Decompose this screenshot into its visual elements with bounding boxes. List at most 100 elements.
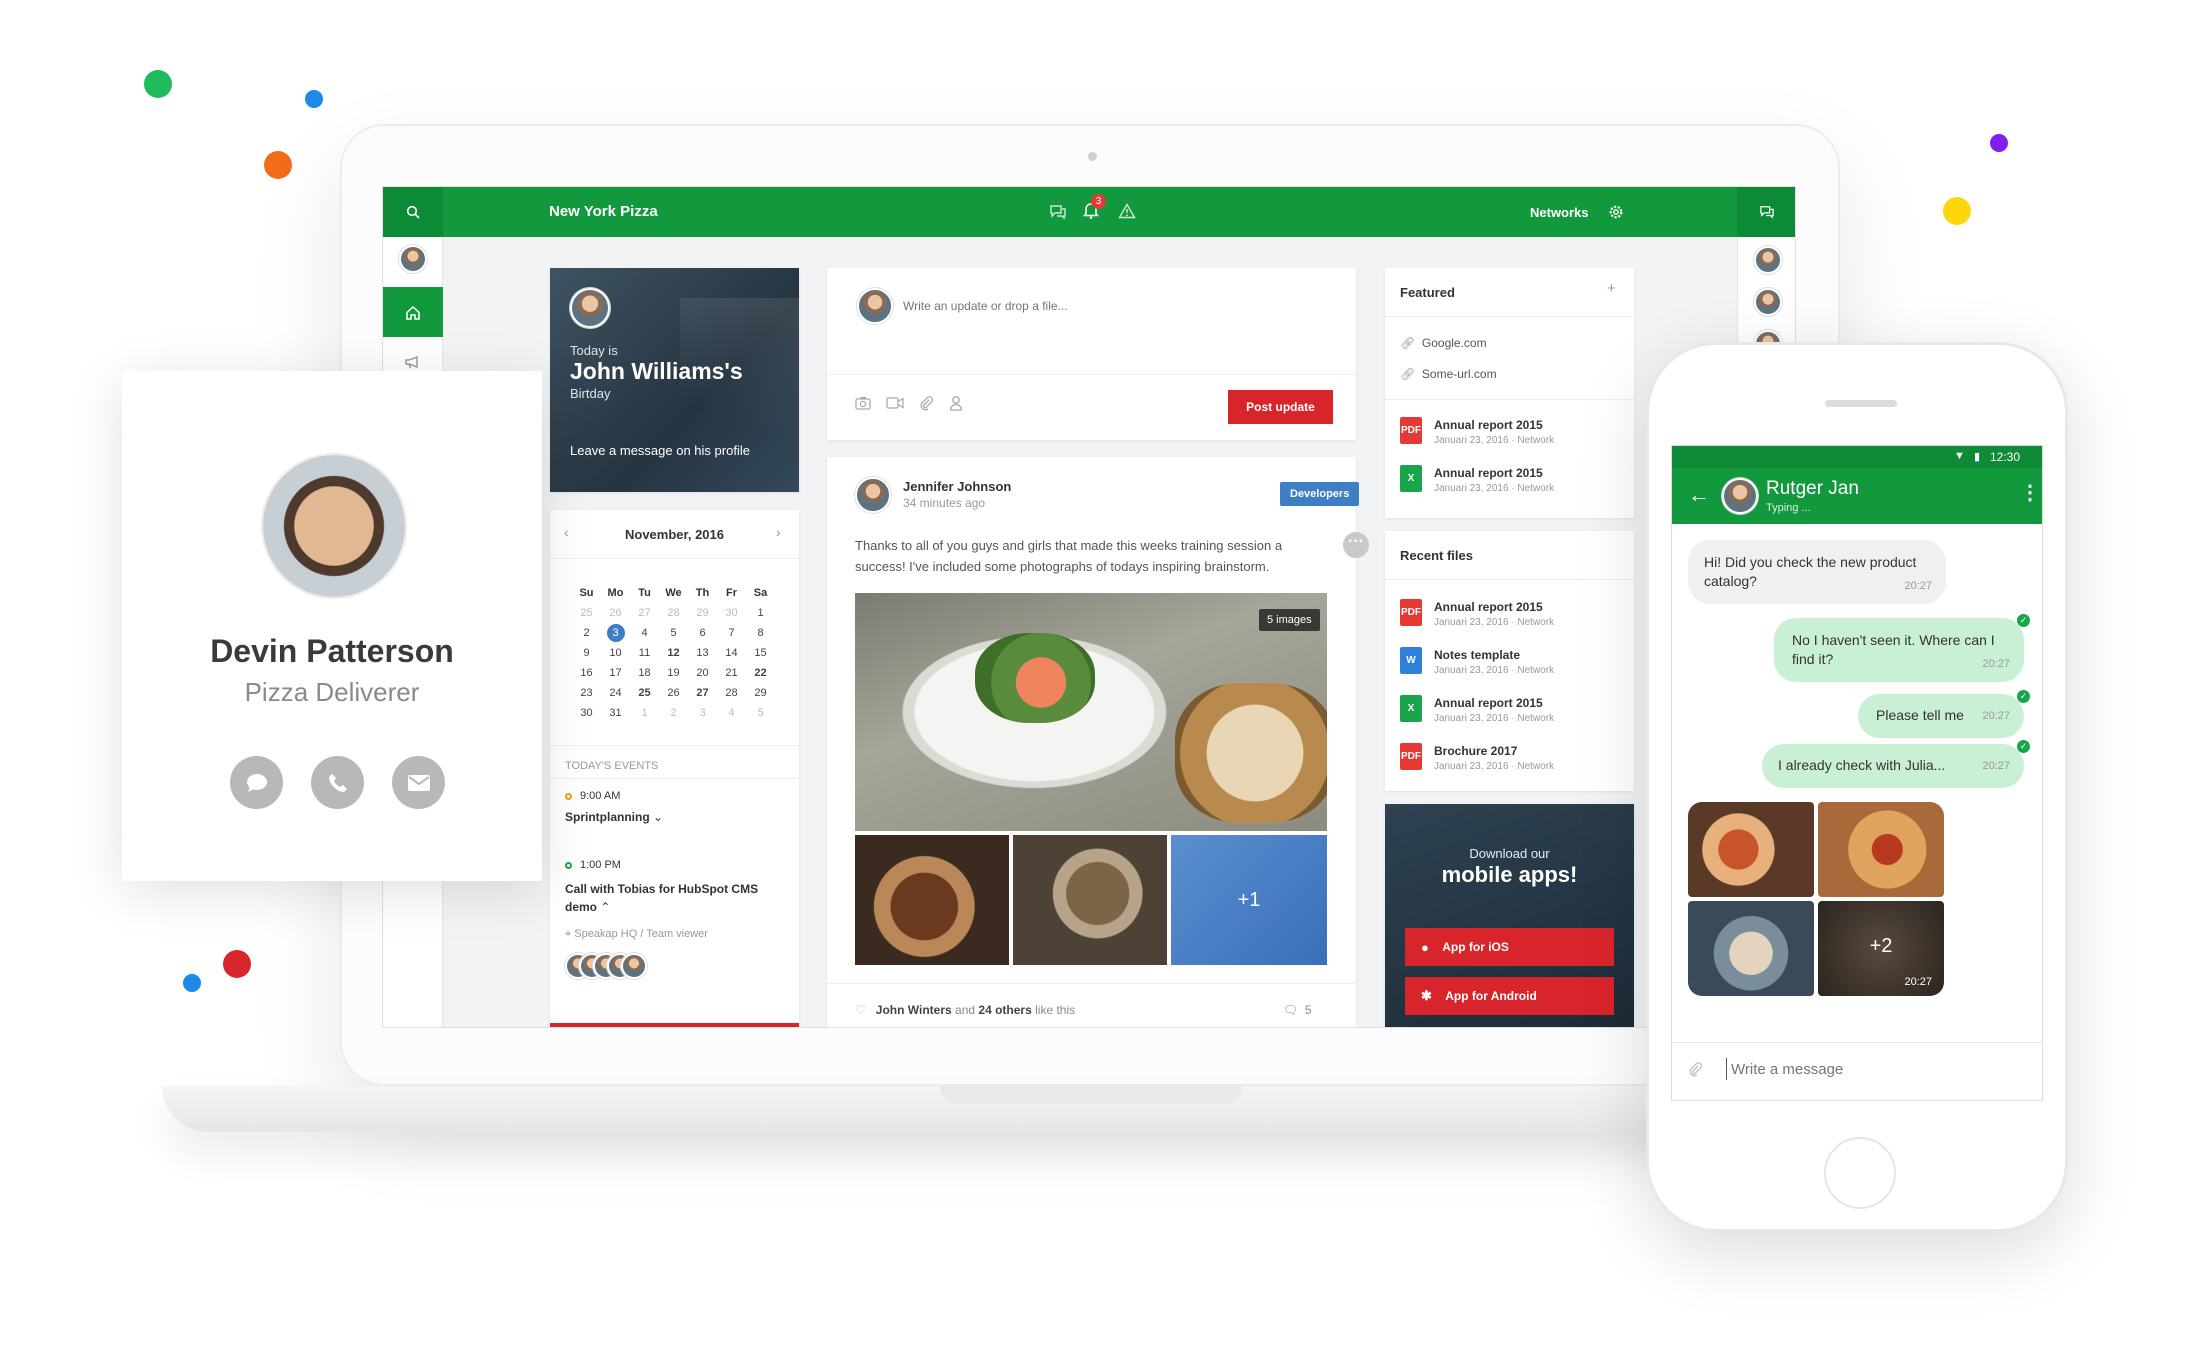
more-vert-icon[interactable]: ⋮: [2020, 480, 2040, 505]
message-input[interactable]: [1726, 1058, 2016, 1080]
nav-home[interactable]: [383, 287, 443, 337]
calendar-day[interactable]: 19: [659, 663, 688, 683]
contact-avatar[interactable]: [1754, 288, 1782, 316]
birthday-card[interactable]: Today is John Williams's Birtday Leave a…: [550, 268, 799, 492]
message-button[interactable]: [230, 756, 283, 809]
calendar-day[interactable]: 25: [630, 683, 659, 703]
calendar-day[interactable]: 22: [746, 663, 775, 683]
calendar-day[interactable]: 16: [572, 663, 601, 683]
add-featured-button[interactable]: +: [1607, 280, 1616, 297]
calendar-day[interactable]: 30: [572, 703, 601, 723]
event-title[interactable]: Sprintplanning ⌄: [565, 810, 663, 824]
calendar-day[interactable]: 27: [688, 683, 717, 703]
calendar-day-today[interactable]: 3: [601, 623, 630, 643]
calendar-day[interactable]: 4: [717, 703, 746, 723]
more-options-icon[interactable]: ···: [1343, 532, 1369, 558]
gear-icon[interactable]: [1608, 204, 1624, 220]
calendar-day[interactable]: 2: [659, 703, 688, 723]
calendar-day[interactable]: 5: [659, 623, 688, 643]
calendar-day[interactable]: 4: [630, 623, 659, 643]
calendar-day[interactable]: 26: [659, 683, 688, 703]
chat-photo-1[interactable]: [1688, 802, 1814, 897]
calendar-day[interactable]: 24: [601, 683, 630, 703]
file-name[interactable]: Annual report 2015: [1434, 418, 1543, 432]
post-likes[interactable]: ♡ John Winters and 24 others like this: [855, 1003, 1075, 1017]
calendar-next-button[interactable]: ›: [776, 524, 781, 540]
app-android-button[interactable]: ✱ App for Android: [1405, 977, 1614, 1015]
birthday-message-link[interactable]: Leave a message on his profile: [570, 443, 750, 458]
calendar-day[interactable]: 23: [572, 683, 601, 703]
post-author-avatar[interactable]: [855, 477, 891, 513]
calendar-day[interactable]: 29: [746, 683, 775, 703]
file-name[interactable]: Annual report 2015: [1434, 466, 1543, 480]
calendar-day[interactable]: 1: [630, 703, 659, 723]
post-author[interactable]: Jennifer Johnson: [903, 479, 1011, 494]
person-tag-icon[interactable]: [949, 395, 963, 411]
user-avatar[interactable]: [399, 245, 427, 273]
event-attendees[interactable]: [565, 953, 647, 981]
calendar-day[interactable]: 20: [688, 663, 717, 683]
chat-photo-3[interactable]: [1688, 901, 1814, 996]
calendar-day[interactable]: 14: [717, 643, 746, 663]
calendar-day[interactable]: 21: [717, 663, 746, 683]
post-main-image[interactable]: 5 images: [855, 593, 1327, 831]
video-icon[interactable]: [886, 397, 904, 409]
calendar-day[interactable]: 31: [601, 703, 630, 723]
camera-icon[interactable]: [855, 396, 871, 410]
email-button[interactable]: [392, 756, 445, 809]
calendar-day[interactable]: 18: [630, 663, 659, 683]
post-thumb-2[interactable]: [1013, 835, 1167, 965]
file-name[interactable]: Annual report 2015: [1434, 600, 1543, 614]
calendar-day[interactable]: 26: [601, 603, 630, 623]
calendar-day[interactable]: 5: [746, 703, 775, 723]
chat-photo-more[interactable]: +2 20:27: [1818, 901, 1944, 996]
file-name[interactable]: Annual report 2015: [1434, 696, 1543, 710]
calendar-day[interactable]: 13: [688, 643, 717, 663]
chat-icon[interactable]: [1049, 204, 1067, 220]
calendar-day[interactable]: 15: [746, 643, 775, 663]
back-arrow-icon[interactable]: ←: [1688, 482, 1710, 508]
calendar-day[interactable]: 12: [659, 643, 688, 663]
calendar-day[interactable]: 30: [717, 603, 746, 623]
calendar-day[interactable]: 28: [717, 683, 746, 703]
calendar-day[interactable]: 6: [688, 623, 717, 643]
notifications-button[interactable]: 3: [1082, 194, 1106, 224]
networks-link[interactable]: Networks: [1530, 205, 1589, 220]
paperclip-icon[interactable]: [919, 395, 933, 411]
chat-panel-toggle[interactable]: [1737, 187, 1795, 237]
salmon-dish: [975, 633, 1095, 723]
calendar-day[interactable]: 17: [601, 663, 630, 683]
composer-input[interactable]: [903, 296, 1323, 316]
call-button[interactable]: [311, 756, 364, 809]
paperclip-icon[interactable]: [1688, 1060, 1702, 1078]
chat-photo-2[interactable]: [1818, 802, 1944, 897]
calendar-day[interactable]: 9: [572, 643, 601, 663]
calendar-day[interactable]: 7: [717, 623, 746, 643]
calendar-day[interactable]: 3: [688, 703, 717, 723]
post-update-button[interactable]: Post update: [1228, 390, 1333, 424]
message-text: Please tell me: [1876, 707, 1964, 723]
app-ios-button[interactable]: ● App for iOS: [1405, 928, 1614, 966]
featured-link[interactable]: 🔗︎ Google.com: [1400, 336, 1487, 350]
contact-avatar[interactable]: [1754, 246, 1782, 274]
calendar-day[interactable]: 10: [601, 643, 630, 663]
post-thumb-1[interactable]: [855, 835, 1009, 965]
post-comments[interactable]: 🗨 5: [1283, 1003, 1312, 1017]
calendar-day[interactable]: 25: [572, 603, 601, 623]
featured-link[interactable]: 🔗︎ Some-url.com: [1400, 367, 1497, 381]
calendar-day[interactable]: 8: [746, 623, 775, 643]
post-tag-badge[interactable]: Developers: [1280, 482, 1360, 506]
file-name[interactable]: Brochure 2017: [1434, 744, 1517, 758]
file-name[interactable]: Notes template: [1434, 648, 1520, 662]
calendar-day[interactable]: 29: [688, 603, 717, 623]
calendar-day[interactable]: 11: [630, 643, 659, 663]
calendar-day[interactable]: 2: [572, 623, 601, 643]
phone-home-button[interactable]: [1824, 1137, 1896, 1209]
warning-icon[interactable]: [1118, 203, 1136, 219]
calendar-day[interactable]: 27: [630, 603, 659, 623]
post-thumb-more[interactable]: +1: [1171, 835, 1327, 965]
search-button[interactable]: [383, 187, 443, 237]
event-title[interactable]: Call with Tobias for HubSpot CMS demo ⌃: [565, 880, 775, 916]
calendar-day[interactable]: 1: [746, 603, 775, 623]
calendar-day[interactable]: 28: [659, 603, 688, 623]
